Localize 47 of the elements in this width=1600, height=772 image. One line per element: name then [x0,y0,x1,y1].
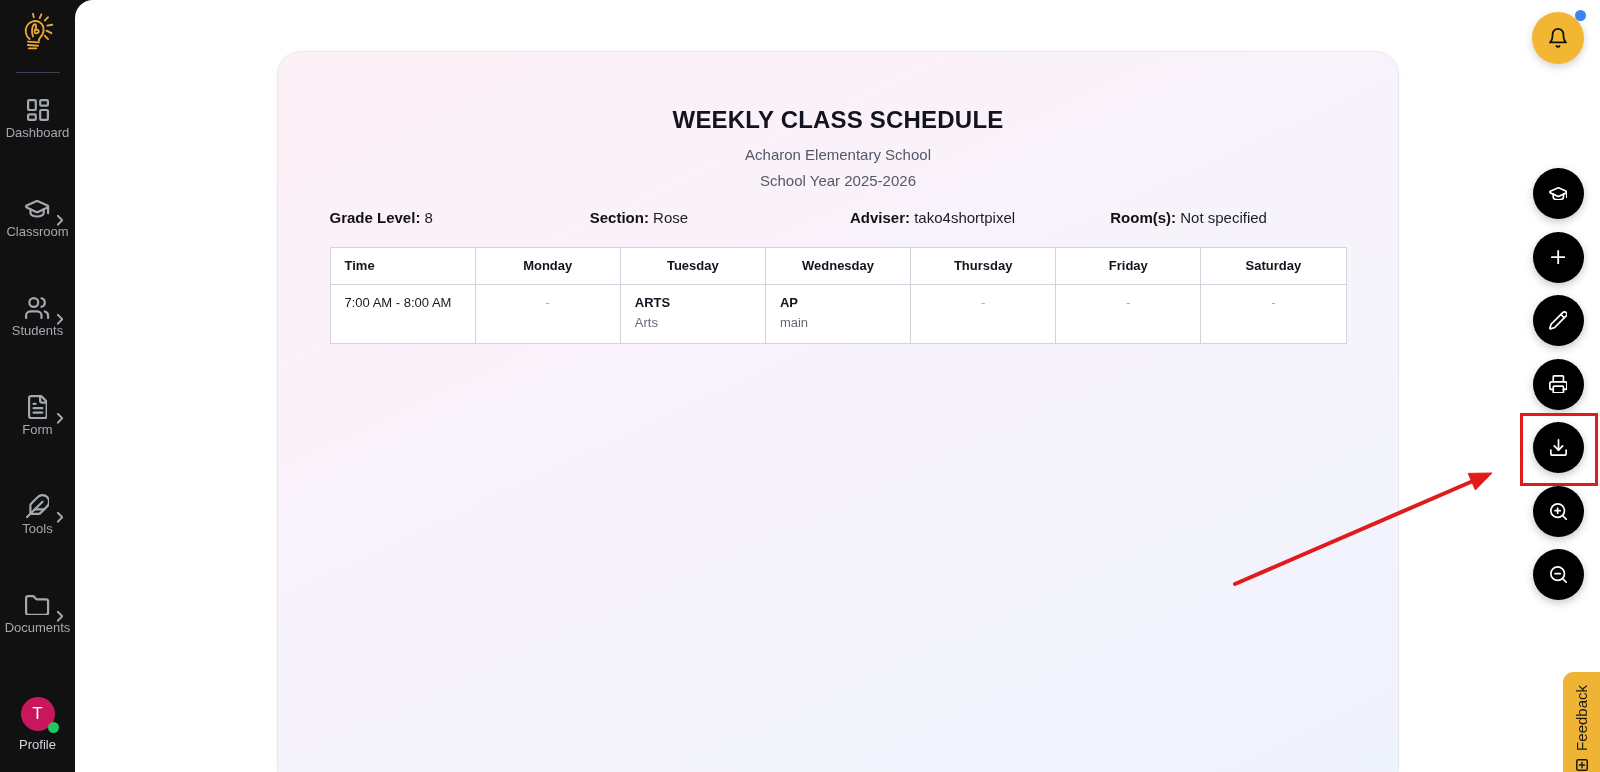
zoom-out-icon [1549,566,1567,583]
time-slot-text: 7:00 AM - 8:00 AM [344,295,452,310]
plus-icon [1550,249,1566,265]
class-subtext: main [779,314,809,332]
school-name: Acharon Elementary School [745,145,931,165]
schedule-detail: Grade Level: 8 [329,209,433,226]
column-header: Time [330,247,476,285]
sidebar-item[interactable]: Classroom [0,196,75,241]
sidebar-item[interactable]: Students [0,295,75,340]
document-icon [27,394,48,420]
schedule-detail: Adviser: tako4shortpixel [850,209,1016,226]
sidebar-item[interactable]: Tools [0,493,75,538]
empty-slot-text: - [1126,295,1131,310]
feedback-tab[interactable]: Feedback [1563,672,1600,772]
plus-square-icon [1575,759,1588,771]
class-subtext: Arts [634,314,658,332]
column-header: Tuesday [620,247,766,285]
sidebar-item[interactable]: Form [0,394,75,439]
column-header: Wednesday [765,247,911,285]
dashboard-icon [26,99,49,121]
subject-text: ARTS [634,294,671,312]
column-header: Thursday [910,247,1056,285]
profile-link[interactable]: T Profile [0,697,75,754]
empty-slot-text: - [980,295,986,310]
empty-slot-text: - [545,295,550,310]
sidebar-item[interactable]: Dashboard [0,97,75,142]
schedule-detail: Room(s): Not specified [1110,209,1267,226]
pencil-icon [1548,311,1568,330]
bell-icon [1549,28,1567,48]
graduation-cap-icon [25,200,50,218]
schedule-title: WEEKLY CLASS SCHEDULE [671,105,1005,134]
printer-icon [1548,374,1568,394]
graduation-cap-icon [1548,186,1568,201]
column-header: Monday [475,247,621,285]
folder-icon [25,594,50,616]
sidebar-item[interactable]: Documents [0,592,75,637]
empty-slot-text: - [1271,295,1276,310]
profile-avatar: T [20,697,55,731]
zoom-in-icon [1549,502,1567,520]
schedule-detail: Section: Rose [589,209,689,226]
download-icon [1549,439,1567,456]
school-year: School Year 2025-2026 [760,171,916,191]
users-icon [25,297,50,319]
feather-icon [25,493,50,519]
column-header: Friday [1055,247,1201,285]
subject-text: AP [779,294,798,312]
column-header: Saturday [1200,247,1346,285]
